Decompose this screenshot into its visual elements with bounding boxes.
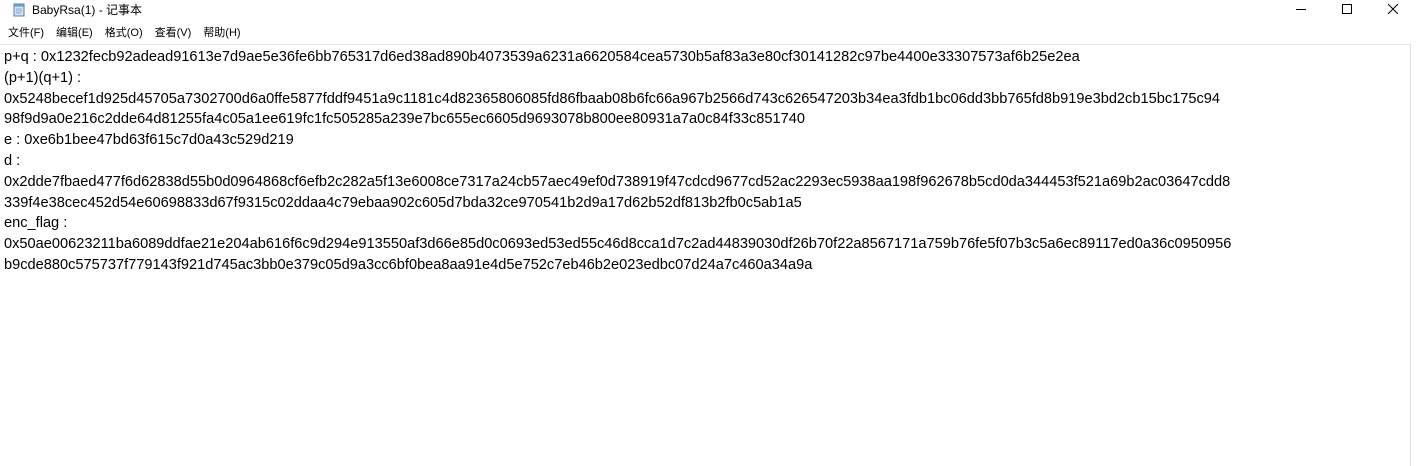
close-button[interactable] [1370, 0, 1416, 19]
text-line: 0x2dde7fbaed477f6d62838d55b0d0964868cf6e… [4, 173, 1231, 190]
maximize-icon [1342, 1, 1352, 19]
window-controls [1278, 0, 1416, 19]
window-title: BabyRsa(1) - 记事本 [32, 3, 143, 17]
minimize-button[interactable] [1278, 0, 1324, 19]
text-line: enc_flag : [4, 215, 68, 232]
text-line: 0x5248becef1d925d45705a7302700d6a0ffe587… [4, 90, 1220, 107]
text-line: 0x50ae00623211ba6089ddfae21e204ab616f6c9… [4, 236, 1232, 253]
title-bar[interactable]: BabyRsa(1) - 记事本 [0, 0, 1416, 19]
maximize-button[interactable] [1324, 0, 1370, 19]
minimize-icon [1296, 1, 1306, 19]
menu-help[interactable]: 帮助(H) [197, 21, 246, 42]
text-line: 98f9d9a0e216c2dde64d81255fa4c05a1ee619fc… [4, 111, 806, 128]
menu-bar: 文件(F) 编辑(E) 格式(O) 查看(V) 帮助(H) [0, 19, 1416, 44]
text-editor[interactable]: p+q : 0x1232fecb92adead91613e7d9ae5e36fe… [0, 44, 1410, 466]
close-icon [1387, 1, 1399, 19]
text-line: (p+1)(q+1) : [4, 69, 82, 86]
menu-edit[interactable]: 编辑(E) [50, 21, 99, 42]
menu-file[interactable]: 文件(F) [2, 21, 50, 42]
text-line: 339f4e38cec452d54e60698833d67f9315c02dda… [4, 194, 802, 211]
text-line: p+q : 0x1232fecb92adead91613e7d9ae5e36fe… [4, 49, 1080, 65]
notepad-icon [12, 3, 26, 17]
menu-view[interactable]: 查看(V) [149, 21, 198, 42]
vertical-scrollbar[interactable] [1410, 44, 1416, 466]
notepad-window: BabyRsa(1) - 记事本 文件(F) 编辑(E) 格式(O) 查看(V) [0, 0, 1416, 466]
text-line: b9cde880c575737f779143f921d745ac3bb0e379… [4, 256, 813, 273]
menu-format[interactable]: 格式(O) [99, 21, 149, 42]
text-line: e : 0xe6b1bee47bd63f615c7d0a43c529d219 [4, 132, 294, 149]
text-line: d : [4, 152, 21, 169]
